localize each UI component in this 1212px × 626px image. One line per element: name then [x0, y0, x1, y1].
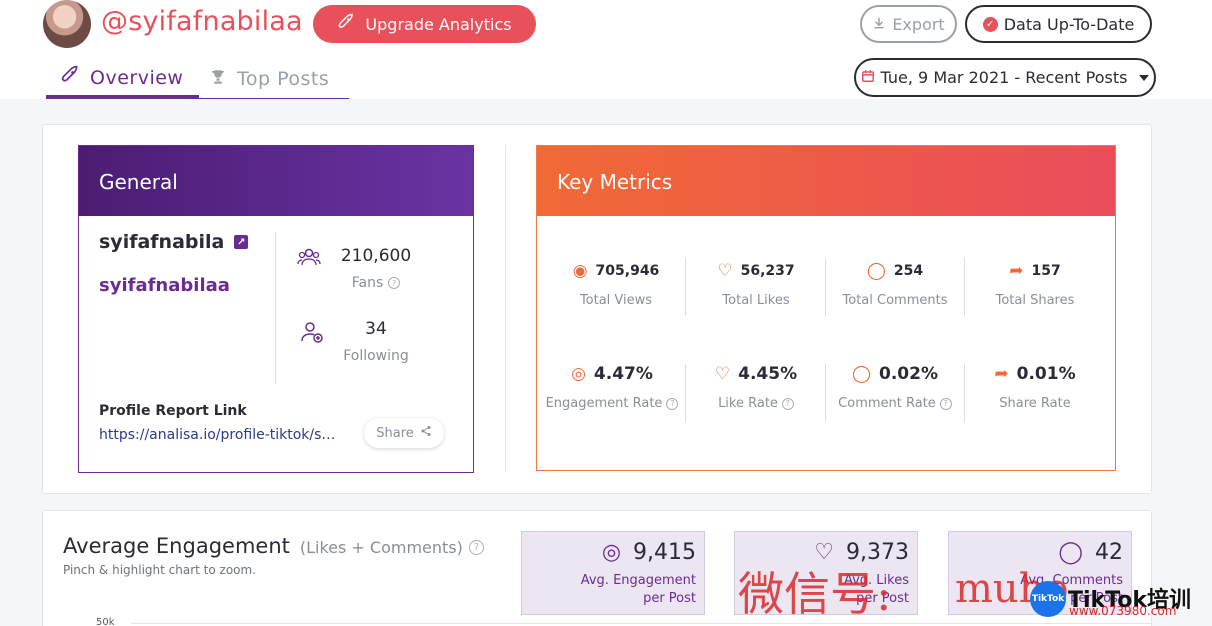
share-arrow-icon: ➦ — [1009, 261, 1024, 281]
avatar[interactable] — [43, 0, 91, 48]
metric-like-rate: ♡ 4.45% Like Rate? — [686, 364, 826, 411]
upgrade-analytics-button[interactable]: Upgrade Analytics — [313, 5, 536, 43]
metric-total-likes: ♡ 56,237 Total Likes — [686, 261, 826, 308]
chart-zoom-hint: Pinch & highlight chart to zoom. — [63, 563, 257, 577]
metric-comment-rate: ◯ 0.02% Comment Rate? — [825, 364, 965, 411]
total-likes-value: 56,237 — [740, 263, 795, 279]
help-icon[interactable]: ? — [781, 397, 794, 410]
help-icon[interactable]: ? — [388, 277, 401, 289]
profile-name: syifafnabila ↗ — [99, 231, 249, 253]
watermark-text: 微信号: — [738, 567, 892, 621]
external-link-icon[interactable]: ↗ — [234, 235, 249, 249]
export-label: Export — [892, 14, 945, 34]
like-rate-label: Like Rate — [718, 396, 778, 411]
total-likes-label: Total Likes — [722, 293, 790, 308]
rocket-icon — [337, 13, 355, 35]
like-rate-value: 4.45% — [738, 364, 798, 384]
general-title: General — [79, 146, 473, 216]
avg-engagement-label: Avg. Engagement — [580, 573, 696, 588]
avg-engagement-label-2: per Post — [643, 591, 696, 606]
following-label: Following — [343, 348, 409, 364]
help-icon[interactable]: ? — [939, 397, 952, 410]
fans-label-row: Fans ? — [316, 275, 436, 291]
comment-rate-value: 0.02% — [879, 364, 938, 384]
upgrade-label: Upgrade Analytics — [365, 14, 512, 34]
avg-comments-value: 42 — [1095, 540, 1123, 565]
comment-rate-label: Comment Rate — [838, 396, 936, 411]
y-axis-tick-label: 50k — [96, 617, 115, 626]
total-comments-value: 254 — [893, 263, 924, 279]
download-icon — [872, 15, 886, 34]
engagement-icon: ◎ — [571, 364, 586, 384]
top-bar: @syifafnabilaa Upgrade Analytics Export … — [0, 0, 1212, 99]
tab-top-posts[interactable]: Top Posts — [209, 60, 349, 98]
general-panel: General syifafnabila ↗ syifafnabilaa 210… — [78, 145, 474, 473]
metric-share-rate: ➦ 0.01% Share Rate — [965, 364, 1105, 411]
metric-total-comments: ◯ 254 Total Comments — [825, 261, 965, 308]
heart-icon: ♡ — [714, 364, 731, 384]
average-engagement-subtitle: (Likes + Comments) — [299, 538, 463, 557]
share-button[interactable]: Share — [364, 418, 444, 448]
total-shares-label: Total Shares — [995, 293, 1075, 308]
tab-overview-label: Overview — [90, 66, 184, 89]
profile-name-text: syifafnabila — [99, 231, 225, 253]
metric-total-views: ◉ 705,946 Total Views — [546, 261, 686, 308]
tab-overview[interactable]: Overview — [46, 60, 199, 98]
help-icon[interactable]: ? — [468, 540, 484, 555]
profile-username: syifafnabilaa — [99, 275, 230, 296]
data-up-to-date-button[interactable]: ✓ Data Up-To-Date — [965, 5, 1152, 43]
profile-report-link[interactable]: https://analisa.io/profile-tiktok/syifaf… — [99, 427, 339, 443]
export-button[interactable]: Export — [860, 5, 957, 43]
tab-bar: Overview Top Posts — [46, 60, 349, 99]
profile-handle: @syifafnabilaa — [101, 6, 303, 37]
fans-value: 210,600 — [340, 246, 412, 266]
key-metrics-panel: Key Metrics ◉ 705,946 Total Views ♡ 56,237… — [536, 145, 1116, 471]
average-engagement-title: Average Engagement (Likes + Comments) ? — [63, 534, 484, 558]
engagement-rate-value: 4.47% — [593, 364, 653, 384]
date-range-dropdown[interactable]: Tue, 9 Mar 2021 - Recent Posts — [854, 58, 1156, 97]
trophy-icon — [209, 68, 227, 91]
divider — [275, 232, 276, 384]
engagement-icon: ◎ — [601, 540, 622, 565]
calendar-icon — [861, 68, 875, 87]
eye-icon: ◉ — [572, 261, 588, 281]
chevron-down-icon — [1139, 74, 1150, 81]
help-icon[interactable]: ? — [666, 397, 679, 410]
uptodate-label: Data Up-To-Date — [1003, 14, 1135, 34]
share-label: Share — [376, 425, 414, 441]
following-value: 34 — [365, 319, 387, 339]
profile-report-title: Profile Report Link — [99, 403, 247, 419]
fans-label: Fans — [351, 275, 384, 291]
share-rate-label: Share Rate — [999, 396, 1071, 411]
avg-engagement-box: ◎ 9,415 Avg. Engagement per Post — [521, 531, 705, 615]
comment-icon: ◯ — [1058, 540, 1083, 565]
chart-gridline — [131, 623, 1152, 624]
tab-top-posts-label: Top Posts — [237, 68, 330, 90]
total-views-value: 705,946 — [595, 263, 660, 279]
following-stat: 34 Following — [316, 319, 436, 364]
average-engagement-heading: Average Engagement — [63, 534, 290, 558]
metric-total-shares: ➦ 157 Total Shares — [965, 261, 1105, 308]
date-range-label: Tue, 9 Mar 2021 - Recent Posts — [880, 68, 1128, 87]
heart-icon: ♡ — [717, 261, 733, 281]
share-icon — [420, 425, 432, 441]
average-engagement-subtitle-row: (Likes + Comments) ? — [300, 538, 484, 557]
rocket-icon — [60, 65, 80, 90]
total-views-label: Total Views — [579, 293, 653, 308]
comment-icon: ◯ — [851, 364, 872, 384]
share-arrow-icon: ➦ — [994, 364, 1009, 384]
avg-engagement-value: 9,415 — [633, 540, 696, 565]
tiktok-logo-icon: TikTok — [1030, 581, 1066, 617]
share-rate-value: 0.01% — [1016, 364, 1076, 384]
total-shares-value: 157 — [1031, 263, 1061, 279]
total-comments-label: Total Comments — [842, 293, 948, 308]
metric-engagement-rate: ◎ 4.47% Engagement Rate? — [538, 364, 686, 411]
key-metrics-title: Key Metrics — [537, 146, 1115, 216]
comment-icon: ◯ — [866, 261, 886, 281]
check-circle-icon: ✓ — [982, 16, 998, 32]
watermark-url: www.073980.com — [1069, 604, 1177, 618]
panel-divider — [505, 145, 506, 472]
engagement-rate-label: Engagement Rate — [545, 396, 663, 411]
fans-stat: 210,600 Fans ? — [316, 246, 436, 291]
